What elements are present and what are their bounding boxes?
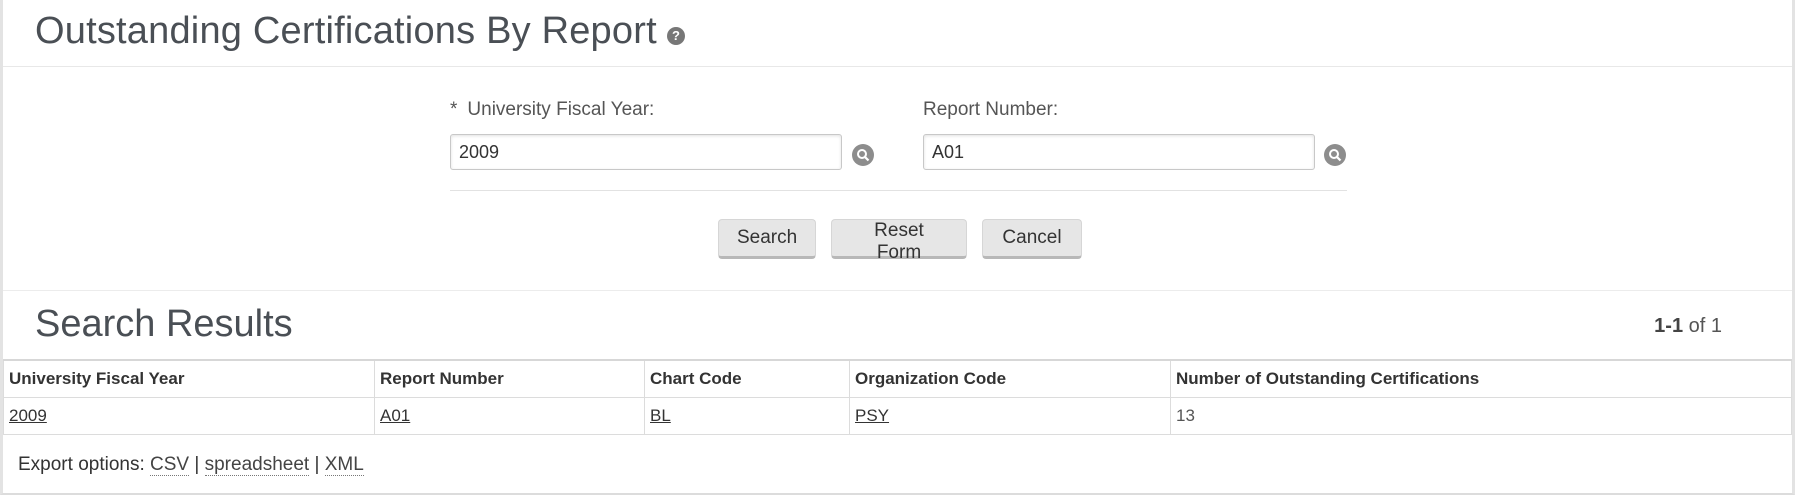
cell-report-number: A01 [374,396,645,435]
required-marker: * [450,99,458,120]
export-spreadsheet-link[interactable]: spreadsheet [204,454,310,476]
export-separator: | [314,454,320,475]
col-header-report-number[interactable]: Report Number [374,359,645,398]
table-header-row: University Fiscal Year Report Number Cha… [3,359,1792,398]
report-number-label: Report Number: [923,99,1059,120]
fiscal-year-input[interactable] [450,134,842,170]
results-header: Search Results 1-1 of 1 [3,290,1792,359]
cell-fiscal-year: 2009 [3,396,375,435]
report-number-lookup-icon[interactable] [1324,144,1346,166]
export-label: Export options: [18,454,145,475]
export-options: Export options: CSV | spreadsheet | XML [18,454,364,476]
col-header-outstanding-count[interactable]: Number of Outstanding Certifications [1170,359,1792,398]
cell-org-code: PSY [849,396,1171,435]
col-header-org-code[interactable]: Organization Code [849,359,1171,398]
org-code-link[interactable]: PSY [855,406,889,425]
export-xml-link[interactable]: XML [324,454,364,476]
cancel-button[interactable]: Cancel [982,219,1082,259]
fiscal-year-label: * University Fiscal Year: [450,99,654,121]
report-number-link[interactable]: A01 [380,406,410,425]
fiscal-year-label-text: University Fiscal Year: [467,99,655,120]
table-row: 2009 A01 BL PSY 13 [3,396,1792,435]
results-pager: 1-1 of 1 [1654,315,1722,338]
lookup-form: *University Fiscal Year: Report Number: … [3,66,1792,290]
col-header-chart-code[interactable]: Chart Code [644,359,850,398]
cell-outstanding-count: 13 [1170,396,1792,435]
page-title: Outstanding Certifications By Report [35,10,657,52]
results-title: Search Results [35,303,293,345]
fiscal-year-lookup-icon[interactable] [852,144,874,166]
page: Outstanding Certifications By Report ? *… [0,0,1795,495]
report-number-input[interactable] [923,134,1315,170]
page-header: Outstanding Certifications By Report ? [3,0,1792,67]
col-header-fiscal-year[interactable]: University Fiscal Year [3,359,375,398]
results-table: University Fiscal Year Report Number Cha… [3,359,1792,435]
pager-total: of 1 [1688,315,1722,337]
export-csv-link[interactable]: CSV [150,454,190,476]
fiscal-year-link[interactable]: 2009 [9,406,47,425]
help-icon[interactable]: ? [667,27,685,45]
export-separator: | [194,454,200,475]
cell-chart-code: BL [644,396,850,435]
form-divider [450,190,1347,191]
reset-form-button[interactable]: Reset Form [831,219,967,263]
pager-range: 1-1 [1654,315,1684,337]
chart-code-link[interactable]: BL [650,406,671,425]
search-button[interactable]: Search [718,219,816,259]
